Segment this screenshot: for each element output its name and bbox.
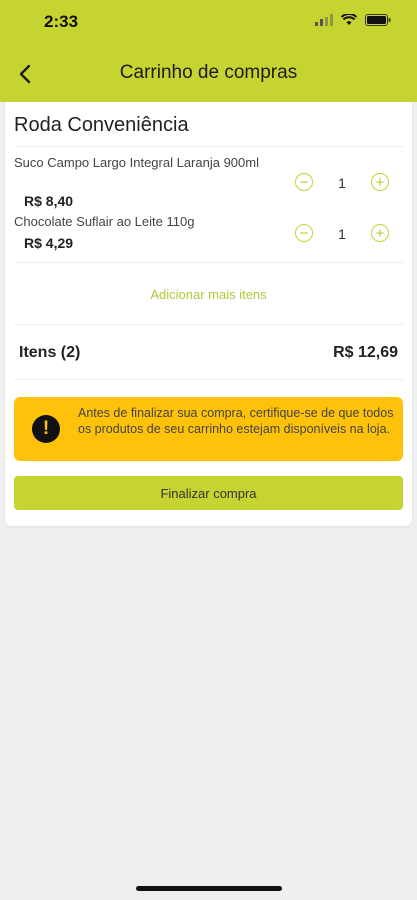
exclamation-icon: ! xyxy=(32,415,60,443)
minus-icon: − xyxy=(299,173,309,191)
availability-warning: ! Antes de finalizar sua compra, certifi… xyxy=(14,397,403,461)
divider xyxy=(14,324,403,325)
signal-icon xyxy=(315,14,333,26)
quantity-value: 1 xyxy=(338,175,346,191)
wifi-icon xyxy=(341,14,357,25)
increase-quantity-button[interactable]: + xyxy=(371,173,389,191)
home-indicator xyxy=(136,886,282,891)
page-title: Carrinho de compras xyxy=(119,62,298,83)
increase-quantity-button[interactable]: + xyxy=(371,224,389,242)
divider xyxy=(14,262,403,263)
status-time: 2:33 xyxy=(44,12,79,31)
battery-icon xyxy=(365,14,391,26)
minus-icon: − xyxy=(299,224,309,242)
cart-item-name: Chocolate Suflair ao Leite 110g xyxy=(14,214,195,229)
app-header: 2:33 Carrinho de compras xyxy=(0,0,417,102)
items-count-label: Itens (2) xyxy=(19,344,81,361)
add-more-items-link[interactable]: Adicionar mais itens xyxy=(0,287,417,302)
cart-item-price: R$ 4,29 xyxy=(24,235,74,251)
decrease-quantity-button[interactable]: − xyxy=(295,224,313,242)
warning-text: Antes de finalizar sua compra, certifiqu… xyxy=(78,406,394,436)
quantity-value: 1 xyxy=(338,226,346,242)
divider xyxy=(14,146,403,147)
divider xyxy=(14,379,403,380)
cart-total: R$ 12,69 xyxy=(333,344,398,361)
cart-item-name: Suco Campo Largo Integral Laranja 900ml xyxy=(14,155,259,170)
store-name: Roda Conveniência xyxy=(14,114,189,136)
cart-item-price: R$ 8,40 xyxy=(24,193,74,209)
plus-icon: + xyxy=(375,173,385,191)
finish-purchase-button[interactable]: Finalizar compra xyxy=(14,476,403,510)
status-icons xyxy=(315,14,391,26)
decrease-quantity-button[interactable]: − xyxy=(295,173,313,191)
plus-icon: + xyxy=(375,224,385,242)
